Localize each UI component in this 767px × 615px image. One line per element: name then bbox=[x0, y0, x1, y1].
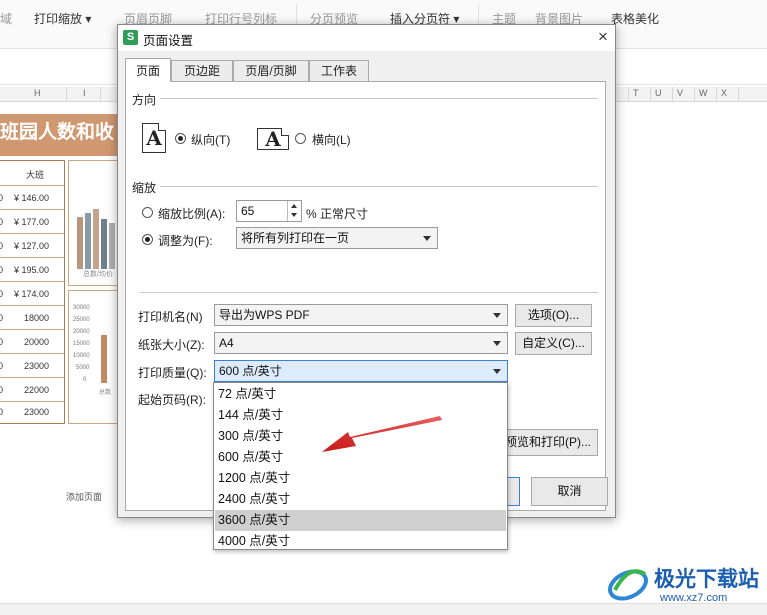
status-bar bbox=[0, 603, 767, 615]
chevron-down-icon bbox=[423, 236, 431, 241]
print-quality-label: 打印质量(Q): bbox=[138, 366, 207, 380]
printer-name-label: 打印机名(N) bbox=[138, 310, 203, 324]
table-cell: 20000 bbox=[24, 337, 50, 347]
table-cell: 23000 bbox=[24, 361, 50, 371]
chevron-down-icon bbox=[493, 341, 501, 346]
watermark-site-name: 极光下载站 bbox=[654, 568, 759, 591]
printer-select[interactable]: 导出为WPS PDF bbox=[214, 304, 508, 326]
table-cell: ¥ 127.00 bbox=[14, 241, 50, 251]
table-cell: 0 bbox=[0, 337, 4, 347]
start-page-label: 起始页码(R): bbox=[138, 393, 206, 407]
tab-header-footer[interactable]: 页眉/页脚 bbox=[233, 60, 309, 81]
table-cell: ¥ 146.00 bbox=[14, 193, 50, 203]
scaling-section-label: 缩放 bbox=[132, 181, 157, 195]
chart-axis-label: 15000 bbox=[73, 341, 90, 347]
aurora-logo-icon bbox=[608, 569, 648, 601]
table-cell: 0 bbox=[0, 193, 4, 203]
print-quality-dropdown-list: 72 点/英寸 144 点/英寸 300 点/英寸 600 点/英寸 1200 … bbox=[213, 382, 508, 550]
table-cell: 0 bbox=[0, 289, 4, 299]
sheet-title: 班园人数和收 bbox=[0, 122, 115, 143]
table-cell: ¥ 195.00 bbox=[14, 265, 50, 275]
table-header-cell: 大班 bbox=[26, 170, 45, 180]
ribbon-item-print-area[interactable]: 域 bbox=[0, 10, 12, 27]
column-header[interactable]: X bbox=[721, 88, 727, 98]
cancel-button[interactable]: 取消 bbox=[531, 477, 608, 506]
chevron-down-icon bbox=[493, 313, 501, 318]
table-cell: 22000 bbox=[24, 385, 50, 395]
column-header[interactable]: V bbox=[677, 88, 683, 98]
column-header[interactable]: H bbox=[34, 88, 41, 98]
scale-ratio-label[interactable]: 缩放比例(A): bbox=[158, 205, 225, 222]
column-header[interactable]: I bbox=[83, 88, 86, 98]
chart-caption: 总数/均价 bbox=[83, 271, 113, 278]
chart-axis-label: 30000 bbox=[73, 305, 90, 311]
dropdown-option-highlighted[interactable]: 3600 点/英寸 bbox=[215, 510, 506, 531]
orientation-section-label: 方向 bbox=[132, 93, 157, 107]
table-cell: 23000 bbox=[24, 407, 50, 417]
scale-ratio-radio[interactable] bbox=[142, 207, 153, 218]
tab-worksheet[interactable]: 工作表 bbox=[309, 60, 369, 81]
column-header[interactable]: T bbox=[633, 88, 639, 98]
options-button[interactable]: 选项(O)... bbox=[515, 304, 592, 327]
dropdown-option[interactable]: 2400 点/英寸 bbox=[215, 489, 506, 510]
landscape-page-icon: A bbox=[257, 128, 289, 150]
wps-spreadsheet-logo-icon: S bbox=[123, 30, 138, 45]
table-cell: 0 bbox=[0, 407, 4, 417]
portrait-radio[interactable] bbox=[175, 133, 186, 144]
ribbon-item-print-scale[interactable]: 打印缩放 ▾ bbox=[34, 10, 91, 27]
background-chart-1: 总数/均价 bbox=[68, 160, 120, 286]
landscape-label[interactable]: 横向(L) bbox=[312, 131, 351, 148]
dropdown-option[interactable]: 4000 点/英寸 bbox=[215, 531, 506, 552]
add-page-label[interactable]: 添加页面 bbox=[66, 490, 102, 503]
background-chart-2: 30000 25000 20000 15000 10000 5000 0 总数 bbox=[68, 290, 120, 424]
table-cell: 0 bbox=[0, 265, 4, 275]
scale-spinner[interactable] bbox=[287, 201, 301, 221]
portrait-label[interactable]: 纵向(T) bbox=[191, 131, 230, 148]
preview-and-print-button[interactable]: 预览和打印(P)... bbox=[498, 429, 598, 456]
fit-to-select[interactable]: 将所有列打印在一页 bbox=[236, 227, 438, 249]
data-table: 大班 0 ¥ 146.00 0 ¥ 177.00 0 ¥ 127.00 0 ¥ … bbox=[0, 160, 65, 424]
chevron-down-icon bbox=[493, 369, 501, 374]
dropdown-option[interactable]: 300 点/英寸 bbox=[215, 426, 506, 447]
chart-caption: 总数 bbox=[99, 390, 112, 396]
close-icon[interactable]: × bbox=[592, 26, 614, 48]
table-cell: 0 bbox=[0, 217, 4, 227]
column-header[interactable]: U bbox=[655, 88, 662, 98]
scale-suffix-label: % 正常尺寸 bbox=[306, 207, 369, 221]
chart-axis-label: 20000 bbox=[73, 329, 90, 335]
table-cell: 0 bbox=[0, 313, 4, 323]
landscape-radio[interactable] bbox=[295, 133, 306, 144]
table-cell: 18000 bbox=[24, 313, 50, 323]
fit-to-radio[interactable] bbox=[142, 234, 153, 245]
column-header[interactable]: W bbox=[699, 88, 708, 98]
fit-to-label[interactable]: 调整为(F): bbox=[158, 232, 213, 249]
dialog-title: 页面设置 bbox=[143, 34, 194, 48]
portrait-page-icon: A bbox=[142, 123, 166, 153]
chart-axis-label: 10000 bbox=[73, 353, 90, 359]
chart-axis-label: 5000 bbox=[76, 365, 90, 371]
watermark-url: www.xz7.com bbox=[660, 592, 728, 604]
paper-size-label: 纸张大小(Z): bbox=[138, 338, 205, 352]
table-cell: 0 bbox=[0, 241, 4, 251]
tab-page[interactable]: 页面 bbox=[125, 58, 171, 82]
paper-size-select[interactable]: A4 bbox=[214, 332, 508, 354]
table-cell: 0 bbox=[0, 361, 4, 371]
dialog-titlebar[interactable]: S 页面设置 × bbox=[118, 25, 615, 51]
dropdown-option[interactable]: 600 点/英寸 bbox=[215, 447, 506, 468]
chart-axis-label: 0 bbox=[83, 377, 87, 383]
tab-margins[interactable]: 页边距 bbox=[171, 60, 233, 81]
dropdown-option[interactable]: 1200 点/英寸 bbox=[215, 468, 506, 489]
print-quality-select[interactable]: 600 点/英寸 bbox=[214, 360, 508, 382]
table-cell: 0 bbox=[0, 385, 4, 395]
custom-size-button[interactable]: 自定义(C)... bbox=[515, 332, 592, 355]
table-cell: ¥ 177.00 bbox=[14, 217, 50, 227]
ribbon-item-table-beautify[interactable]: 表格美化 bbox=[611, 10, 659, 27]
dropdown-option[interactable]: 144 点/英寸 bbox=[215, 405, 506, 426]
table-cell: ¥ 174.00 bbox=[14, 289, 50, 299]
dropdown-option[interactable]: 72 点/英寸 bbox=[215, 384, 506, 405]
chart-axis-label: 25000 bbox=[73, 317, 90, 323]
scale-ratio-input[interactable]: 65 bbox=[236, 200, 302, 222]
